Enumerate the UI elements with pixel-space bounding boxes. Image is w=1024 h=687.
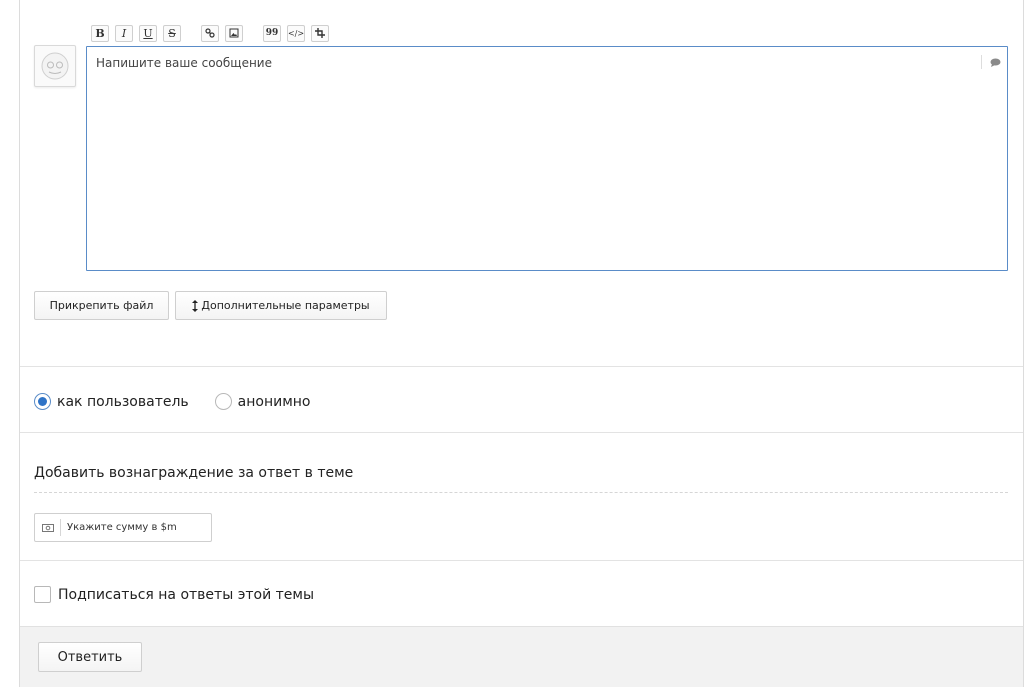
bold-button[interactable]: B (91, 24, 109, 42)
reply-form: B I U S 99 </> Напишите ваше сообщение П (19, 0, 1024, 687)
divider (20, 560, 1023, 561)
radio-anonymous-label[interactable]: анонимно (238, 394, 311, 410)
image-icon (229, 28, 239, 38)
avatar-icon (41, 52, 69, 80)
divider (20, 366, 1023, 367)
radio-as-user-label[interactable]: как пользователь (57, 394, 189, 410)
speech-bubble-icon (990, 58, 1001, 67)
avatar (34, 45, 76, 87)
reply-button[interactable]: Ответить (38, 642, 142, 672)
form-footer: Ответить (20, 626, 1023, 687)
divider (20, 432, 1023, 433)
code-button[interactable]: </> (287, 24, 305, 42)
reward-title: Добавить вознаграждение за ответ в теме (34, 465, 354, 481)
quote-button[interactable]: 99 (263, 24, 281, 42)
radio-anonymous[interactable] (214, 393, 232, 410)
reward-amount-placeholder: Укажите сумму в $m (67, 522, 177, 533)
dashed-divider (34, 492, 1008, 493)
subscribe-label[interactable]: Подписаться на ответы этой темы (58, 587, 314, 603)
identity-radio-group: как пользователь анонимно (34, 393, 337, 410)
crop-icon (315, 28, 325, 38)
italic-button[interactable]: I (115, 24, 133, 42)
link-button[interactable] (201, 24, 219, 42)
extra-options-button[interactable]: Дополнительные параметры (175, 291, 387, 320)
reward-amount-input[interactable]: Укажите сумму в $m (34, 513, 212, 542)
money-icon (41, 523, 54, 532)
resize-vertical-icon (192, 299, 199, 312)
radio-as-user[interactable] (34, 393, 51, 410)
subscribe-row: Подписаться на ответы этой темы (34, 586, 314, 603)
image-button[interactable] (225, 24, 243, 42)
extra-options-label: Дополнительные параметры (201, 299, 370, 312)
attach-file-button[interactable]: Прикрепить файл (34, 291, 169, 320)
subscribe-checkbox[interactable] (34, 586, 51, 603)
bubble-button[interactable] (981, 55, 1001, 69)
money-icon-wrap (35, 519, 61, 536)
crop-button[interactable] (311, 24, 329, 42)
strikethrough-button[interactable]: S (163, 24, 181, 42)
message-textarea[interactable]: Напишите ваше сообщение (86, 46, 1008, 271)
link-icon (205, 28, 215, 38)
message-placeholder: Напишите ваше сообщение (96, 56, 272, 70)
editor-toolbar: B I U S 99 </> (91, 24, 335, 42)
underline-button[interactable]: U (139, 24, 157, 42)
